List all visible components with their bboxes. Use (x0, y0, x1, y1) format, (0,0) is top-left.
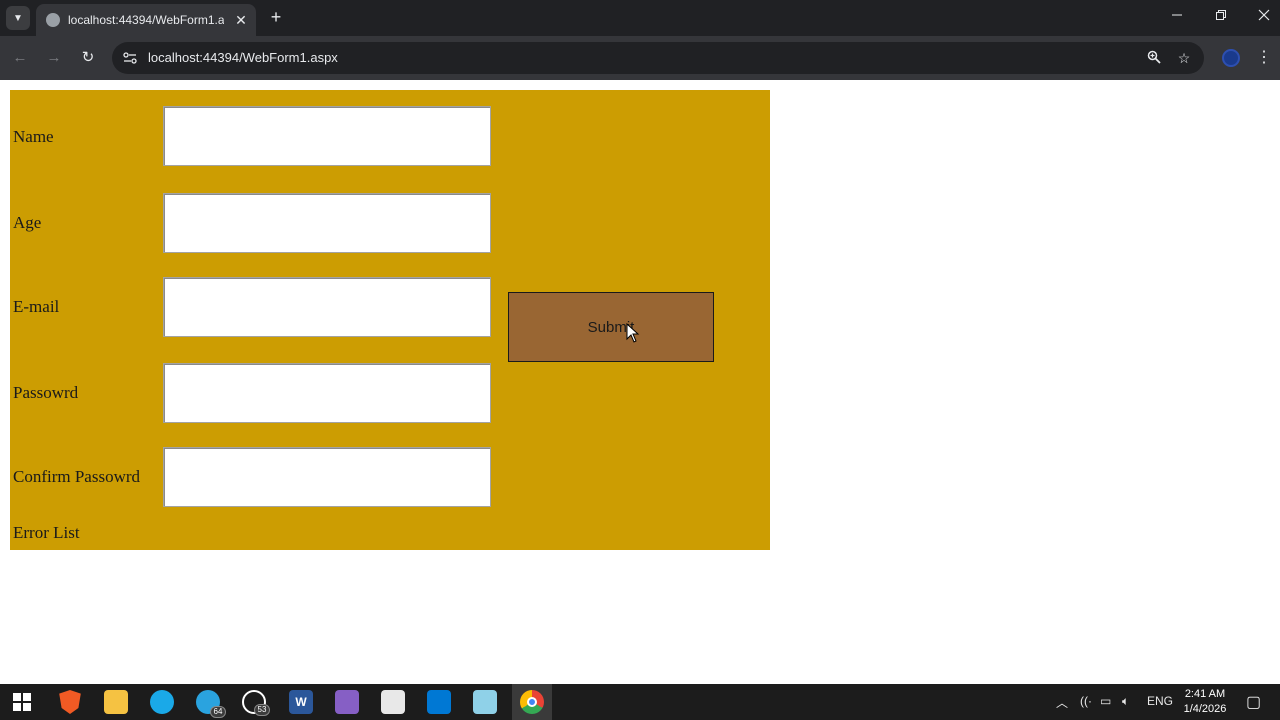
brave-icon[interactable] (59, 690, 81, 714)
browser-menu-button[interactable]: ⋮ (1256, 48, 1272, 68)
password-label: Passowrd (13, 383, 79, 402)
age-label: Age (13, 213, 42, 232)
volume-icon[interactable]: 🔈︎ (1122, 694, 1129, 709)
close-tab-button[interactable]: ✕ (232, 12, 250, 29)
new-tab-button[interactable]: + (266, 7, 286, 27)
minimize-icon (1172, 14, 1182, 16)
name-input[interactable] (163, 106, 491, 166)
error-list-label: Error List (13, 523, 80, 542)
telegram-icon[interactable]: 64 (196, 690, 226, 718)
browser-tab[interactable]: localhost:44394/WebForm1.aspx ✕ (36, 4, 256, 36)
windows-taskbar: 64 53 W ︿ ((· ▭ 🔈︎ ENG 2:41 AM 1/4/2026 … (0, 684, 1280, 720)
globe-icon (46, 13, 60, 27)
profile-avatar[interactable] (1222, 49, 1240, 67)
email-input[interactable] (163, 277, 491, 337)
whatsapp-badge: 53 (254, 704, 270, 716)
vscode-icon[interactable] (427, 690, 451, 714)
clock-date: 1/4/2026 (1183, 703, 1227, 715)
file-explorer-icon[interactable] (104, 690, 128, 714)
notepad-icon[interactable] (473, 690, 497, 714)
mouse-cursor-icon (626, 323, 640, 343)
submit-button[interactable]: Submit (508, 292, 714, 362)
edge-icon[interactable] (150, 690, 174, 714)
clock-time: 2:41 AM (1184, 688, 1226, 700)
start-icon[interactable] (10, 690, 34, 714)
reload-icon: ↻ (81, 49, 95, 66)
tab-title: localhost:44394/WebForm1.aspx (68, 13, 224, 27)
minimize-window-button[interactable] (1167, 8, 1187, 24)
whatsapp-icon[interactable]: 53 (242, 690, 270, 716)
zoom-icon[interactable] (1146, 50, 1162, 66)
office-icon[interactable] (381, 690, 405, 714)
registration-form: Name Age E-mail Passowrd Confirm Passowr… (10, 90, 770, 550)
system-clock[interactable]: 2:41 AM 1/4/2026 (1180, 687, 1230, 717)
chevron-down-icon: ▼ (13, 12, 23, 24)
browser-toolbar: ← → ↻ localhost:44394/WebForm1.aspx ☆ ⋮ (0, 36, 1280, 80)
close-window-button[interactable] (1254, 8, 1274, 24)
tab-search-button[interactable]: ▼ (6, 6, 30, 30)
password-input[interactable] (163, 363, 491, 423)
forward-button[interactable]: → (44, 48, 64, 68)
bookmark-star-icon[interactable]: ☆ (1176, 50, 1192, 66)
network-icon[interactable]: ((· (1080, 694, 1092, 708)
email-label: E-mail (13, 297, 60, 316)
restore-window-button[interactable] (1211, 8, 1231, 24)
browser-tab-strip: ▼ localhost:44394/WebForm1.aspx ✕ + (0, 0, 1280, 36)
telegram-badge: 64 (210, 706, 226, 718)
word-icon[interactable]: W (289, 690, 313, 714)
confirm-password-input[interactable] (163, 447, 491, 507)
kebab-menu-icon: ⋮ (1256, 49, 1272, 66)
confirm-password-label: Confirm Passowrd (13, 467, 141, 486)
back-button[interactable]: ← (10, 48, 30, 68)
battery-icon[interactable]: ▭ (1100, 694, 1111, 708)
restore-icon (1216, 10, 1226, 20)
close-icon (1258, 9, 1270, 21)
arrow-right-icon: → (46, 49, 62, 66)
name-label: Name (13, 127, 54, 146)
address-bar[interactable]: localhost:44394/WebForm1.aspx ☆ (112, 42, 1204, 74)
chrome-icon[interactable] (520, 690, 544, 714)
notifications-icon[interactable]: ▢ (1246, 692, 1261, 712)
age-input[interactable] (163, 193, 491, 253)
show-hidden-icons-icon[interactable]: ︿ (1056, 694, 1068, 711)
url-text[interactable]: localhost:44394/WebForm1.aspx (148, 50, 338, 65)
language-indicator[interactable]: ENG (1147, 694, 1173, 708)
arrow-left-icon: ← (12, 49, 28, 66)
visual-studio-icon[interactable] (335, 690, 359, 714)
site-info-icon[interactable] (122, 50, 138, 66)
reload-button[interactable]: ↻ (78, 48, 98, 68)
